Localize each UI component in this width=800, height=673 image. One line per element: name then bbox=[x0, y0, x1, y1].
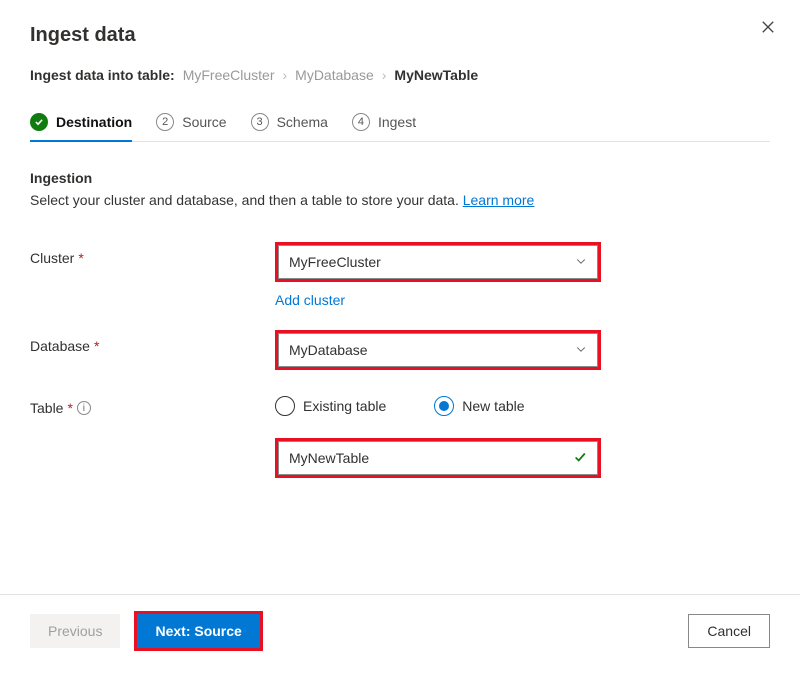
step-number: 3 bbox=[251, 113, 269, 131]
database-field: MyDatabase bbox=[275, 330, 601, 370]
radio-new-table[interactable]: New table bbox=[434, 396, 524, 416]
tab-ingest[interactable]: 4 Ingest bbox=[352, 105, 416, 141]
cluster-select[interactable]: MyFreeCluster bbox=[278, 245, 598, 279]
radio-label: Existing table bbox=[303, 398, 386, 414]
database-select[interactable]: MyDatabase bbox=[278, 333, 598, 367]
tab-label: Schema bbox=[277, 114, 328, 130]
breadcrumb-item-table: MyNewTable bbox=[394, 67, 478, 83]
highlight-cluster: MyFreeCluster bbox=[275, 242, 601, 282]
cluster-row: Cluster * MyFreeCluster Add cluster bbox=[30, 242, 770, 308]
footer-actions: Previous Next: Source Cancel bbox=[0, 594, 800, 673]
table-label: Table * i bbox=[30, 392, 275, 416]
breadcrumb-label: Ingest data into table: bbox=[30, 67, 175, 83]
ingest-data-panel: Ingest data Ingest data into table: MyFr… bbox=[0, 0, 800, 673]
check-circle-icon bbox=[30, 113, 48, 131]
chevron-right-icon: › bbox=[282, 67, 287, 83]
section-description: Select your cluster and database, and th… bbox=[30, 192, 770, 208]
cluster-label: Cluster * bbox=[30, 242, 275, 266]
close-icon bbox=[761, 20, 775, 37]
highlight-next: Next: Source bbox=[134, 611, 262, 651]
tab-destination[interactable]: Destination bbox=[30, 105, 132, 141]
previous-button: Previous bbox=[30, 614, 120, 648]
wizard-tabs: Destination 2 Source 3 Schema 4 Ingest bbox=[30, 105, 770, 142]
table-field: Existing table New table MyNewTable bbox=[275, 392, 601, 478]
required-asterisk: * bbox=[94, 338, 99, 354]
radio-existing-table[interactable]: Existing table bbox=[275, 396, 386, 416]
cancel-button[interactable]: Cancel bbox=[688, 614, 770, 648]
highlight-table-input: MyNewTable bbox=[275, 438, 601, 478]
database-label: Database * bbox=[30, 330, 275, 354]
next-button[interactable]: Next: Source bbox=[137, 614, 259, 648]
table-name-input[interactable]: MyNewTable bbox=[278, 441, 598, 475]
breadcrumb: Ingest data into table: MyFreeCluster › … bbox=[30, 67, 770, 83]
cluster-value: MyFreeCluster bbox=[289, 254, 381, 270]
database-row: Database * MyDatabase bbox=[30, 330, 770, 370]
close-button[interactable] bbox=[758, 18, 778, 38]
chevron-down-icon bbox=[575, 254, 587, 270]
chevron-right-icon: › bbox=[382, 67, 387, 83]
required-asterisk: * bbox=[67, 400, 72, 416]
checkmark-icon bbox=[573, 450, 587, 467]
radio-label: New table bbox=[462, 398, 524, 414]
table-row: Table * i Existing table New table M bbox=[30, 392, 770, 478]
tab-schema[interactable]: 3 Schema bbox=[251, 105, 328, 141]
page-title: Ingest data bbox=[30, 24, 770, 47]
tab-label: Ingest bbox=[378, 114, 416, 130]
section-title: Ingestion bbox=[30, 170, 770, 186]
chevron-down-icon bbox=[575, 342, 587, 358]
radio-icon bbox=[275, 396, 295, 416]
radio-icon-selected bbox=[434, 396, 454, 416]
breadcrumb-item-cluster: MyFreeCluster bbox=[183, 67, 275, 83]
highlight-database: MyDatabase bbox=[275, 330, 601, 370]
step-number: 4 bbox=[352, 113, 370, 131]
info-icon[interactable]: i bbox=[77, 401, 91, 415]
tab-source[interactable]: 2 Source bbox=[156, 105, 226, 141]
tab-label: Destination bbox=[56, 114, 132, 130]
add-cluster-link[interactable]: Add cluster bbox=[275, 292, 345, 308]
required-asterisk: * bbox=[78, 250, 83, 266]
table-radio-group: Existing table New table bbox=[275, 392, 601, 416]
tab-label: Source bbox=[182, 114, 226, 130]
cluster-field: MyFreeCluster Add cluster bbox=[275, 242, 601, 308]
step-number: 2 bbox=[156, 113, 174, 131]
breadcrumb-item-database: MyDatabase bbox=[295, 67, 374, 83]
table-name-value: MyNewTable bbox=[289, 450, 369, 466]
database-value: MyDatabase bbox=[289, 342, 368, 358]
learn-more-link[interactable]: Learn more bbox=[463, 192, 535, 208]
